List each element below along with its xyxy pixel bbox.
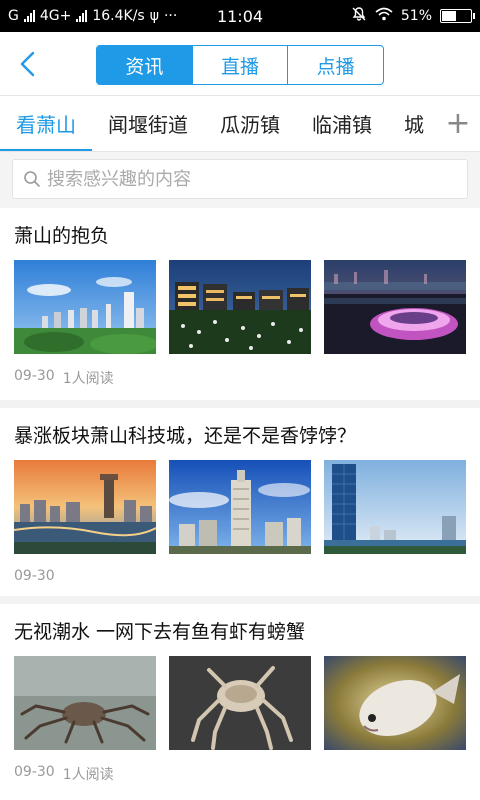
article-reads: 1人阅读 [62,371,114,387]
category-tabs: 看萧山 闻堰街道 瓜沥镇 临浦镇 城 + [0,96,480,152]
more-notifications-icon: ··· [163,8,178,24]
city-skyline-photo[interactable] [14,260,156,354]
clock: 11:04 [216,6,264,26]
search-area [0,152,480,208]
article-meta: 09-30 1人阅读 [14,750,466,796]
news-feed: 萧山的抱负 09-30 1人阅读 暴涨板块萧山科技城，还是不是香饽饽？ 09-3… [0,208,480,796]
category-tab-kanxiaoshan[interactable]: 看萧山 [0,96,92,151]
network-speed: 16.4K/s [92,8,145,24]
top-nav-bar: 资讯 直播 点播 [0,32,480,96]
tab-live[interactable]: 直播 [193,46,289,84]
search-icon [24,171,40,187]
search-input[interactable] [47,168,447,190]
battery-percent: 51% [400,8,432,24]
article-thumbnails [14,656,466,750]
add-category-button[interactable]: + [436,96,480,151]
article-date: 09-30 [14,764,55,780]
plus-icon: + [445,106,471,141]
status-bar: G 4G+ 16.4K/s ψ ··· 11:04 51% [0,0,480,32]
article-meta: 09-30 [14,554,466,596]
fish-photo[interactable] [324,656,466,750]
category-tab-wenyan[interactable]: 闻堰街道 [92,96,204,151]
wifi-icon [375,7,393,25]
battery-icon [440,9,475,23]
article-title[interactable]: 萧山的抱负 [14,208,466,260]
signal-icon [23,10,35,22]
search-box [12,159,468,199]
tab-vod[interactable]: 点播 [288,46,383,84]
signal-icon-2 [76,10,88,22]
article-title[interactable]: 暴涨板块萧山科技城，还是不是香饽饽？ [14,408,466,460]
article-title[interactable]: 无视潮水 一网下去有鱼有虾有螃蟹 [14,604,466,656]
category-tab-linpu[interactable]: 临浦镇 [296,96,388,151]
article-card[interactable]: 无视潮水 一网下去有鱼有虾有螃蟹 09-30 1人阅读 [0,604,480,796]
mute-icon [351,6,367,26]
network-type: 4G+ [39,8,72,24]
article-date: 09-30 [14,368,55,384]
carrier-label: G [8,8,19,24]
category-tab-partial[interactable]: 城 [388,96,440,151]
tab-news[interactable]: 资讯 [97,46,193,84]
content-type-tabs: 资讯 直播 点播 [96,45,384,85]
stadium-night-photo[interactable] [324,260,466,354]
back-button[interactable] [4,40,52,88]
article-thumbnails [14,260,466,354]
night-buildings-photo[interactable] [169,260,311,354]
crab-closeup-photo[interactable] [169,656,311,750]
crab-photo[interactable] [14,656,156,750]
sunset-city-photo[interactable] [14,460,156,554]
usb-icon: ψ [149,8,159,24]
article-card[interactable]: 萧山的抱负 09-30 1人阅读 [0,208,480,408]
back-arrow-icon [20,51,35,76]
article-meta: 09-30 1人阅读 [14,354,466,400]
article-thumbnails [14,460,466,554]
article-reads: 1人阅读 [62,767,114,783]
category-tab-guali[interactable]: 瓜沥镇 [204,96,296,151]
glass-tower-photo[interactable] [324,460,466,554]
article-date: 09-30 [14,568,55,584]
tower-blue-sky-photo[interactable] [169,460,311,554]
article-card[interactable]: 暴涨板块萧山科技城，还是不是香饽饽？ 09-30 [0,408,480,604]
